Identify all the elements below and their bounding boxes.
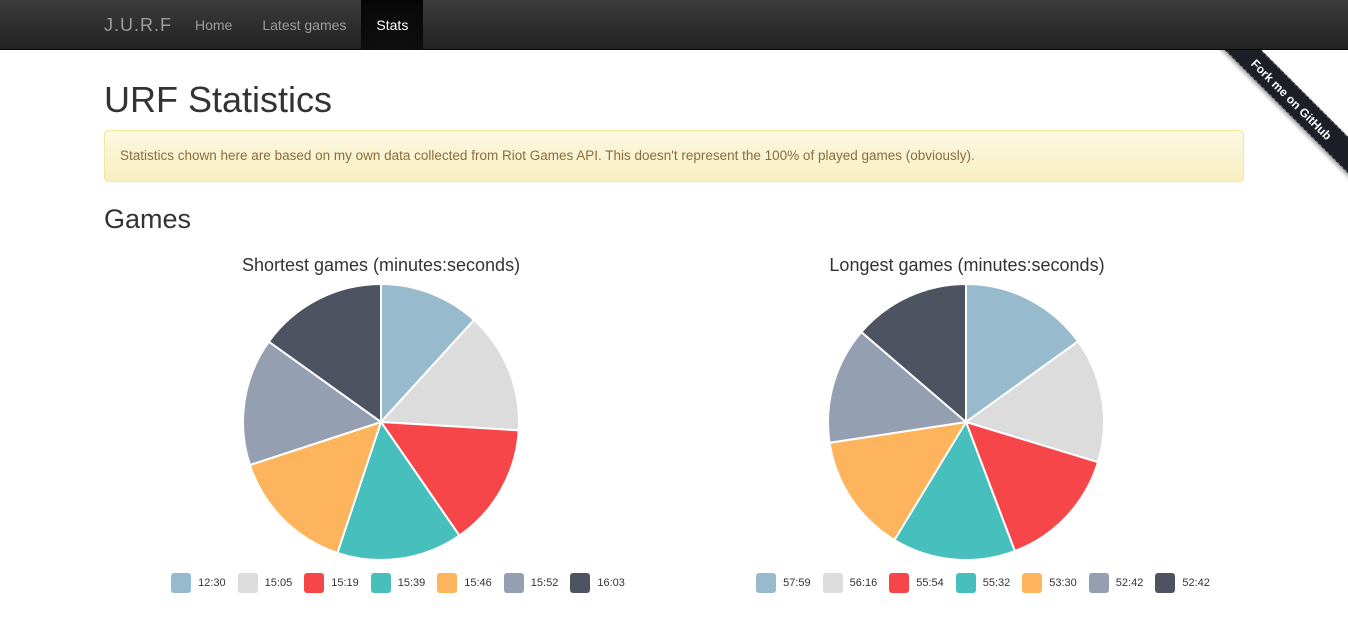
legend-swatch [756,573,777,593]
legend-item: 15:05 [237,573,293,593]
legend-swatch [1088,573,1109,593]
section-title-games: Games [104,204,192,234]
legend-swatch [1022,573,1043,593]
legend-label: 15:52 [530,577,559,589]
legend-item: 55:32 [955,573,1011,593]
nav-item-latest-games[interactable]: Latest games [247,0,361,50]
chart-title-longest: Longest games (minutes:seconds) [829,255,1105,275]
legend-item: 15:19 [304,573,359,593]
legend-shortest-games: 12:30 15:05 15:19 15:39 15:46 15:52 16:03 [118,572,678,594]
legend-longest-games: 57:59 56:16 55:54 55:32 53:30 52:42 52:42 [703,572,1263,594]
info-alert: Statistics chown here are based on my ow… [104,130,1244,182]
legend-item: 12:30 [171,573,226,593]
legend-item: 15:52 [503,573,559,593]
legend-label: 15:19 [331,577,359,589]
pie-chart-longest-games [827,282,1105,561]
page-title: URF Statistics [104,79,333,120]
nav-item-stats[interactable]: Stats [361,0,424,50]
legend-swatch [437,573,458,593]
legend-label: 57:59 [783,577,811,589]
legend-label: 55:54 [916,577,944,589]
legend-item: 57:59 [756,573,811,593]
chart-title-shortest: Shortest games (minutes:seconds) [241,255,521,275]
legend-swatch [171,573,192,593]
legend-label: 12:30 [198,577,226,589]
legend-item: 56:16 [822,573,878,593]
legend-swatch [822,573,843,593]
legend-item: 53:30 [1022,573,1077,593]
legend-label: 55:32 [982,577,1011,589]
legend-label: 15:39 [397,577,426,589]
legend-item: 52:42 [1088,573,1144,593]
legend-swatch [1155,573,1176,593]
legend-item: 52:42 [1155,573,1210,593]
legend-swatch [237,573,258,593]
legend-swatch [503,573,524,593]
legend-swatch [570,573,591,593]
legend-swatch [370,573,391,593]
top-navbar: J.U.R.F Home Latest games Stats [0,0,1348,50]
brand-link[interactable]: J.U.R.F [104,0,172,50]
legend-item: 55:54 [889,573,944,593]
legend-swatch [304,573,325,593]
legend-item: 15:46 [437,573,492,593]
pie-chart-shortest-games [242,282,520,561]
legend-item: 15:39 [370,573,426,593]
legend-label: 52:42 [1182,577,1210,589]
legend-label: 53:30 [1049,577,1077,589]
legend-swatch [955,573,976,593]
legend-label: 16:03 [597,577,625,589]
legend-label: 15:05 [264,577,293,589]
legend-label: 56:16 [849,577,878,589]
nav-item-home[interactable]: Home [180,0,247,50]
legend-item: 16:03 [570,573,625,593]
nav-menu: Home Latest games Stats [180,0,424,50]
legend-label: 52:42 [1115,577,1144,589]
legend-label: 15:46 [464,577,492,589]
legend-swatch [889,573,910,593]
